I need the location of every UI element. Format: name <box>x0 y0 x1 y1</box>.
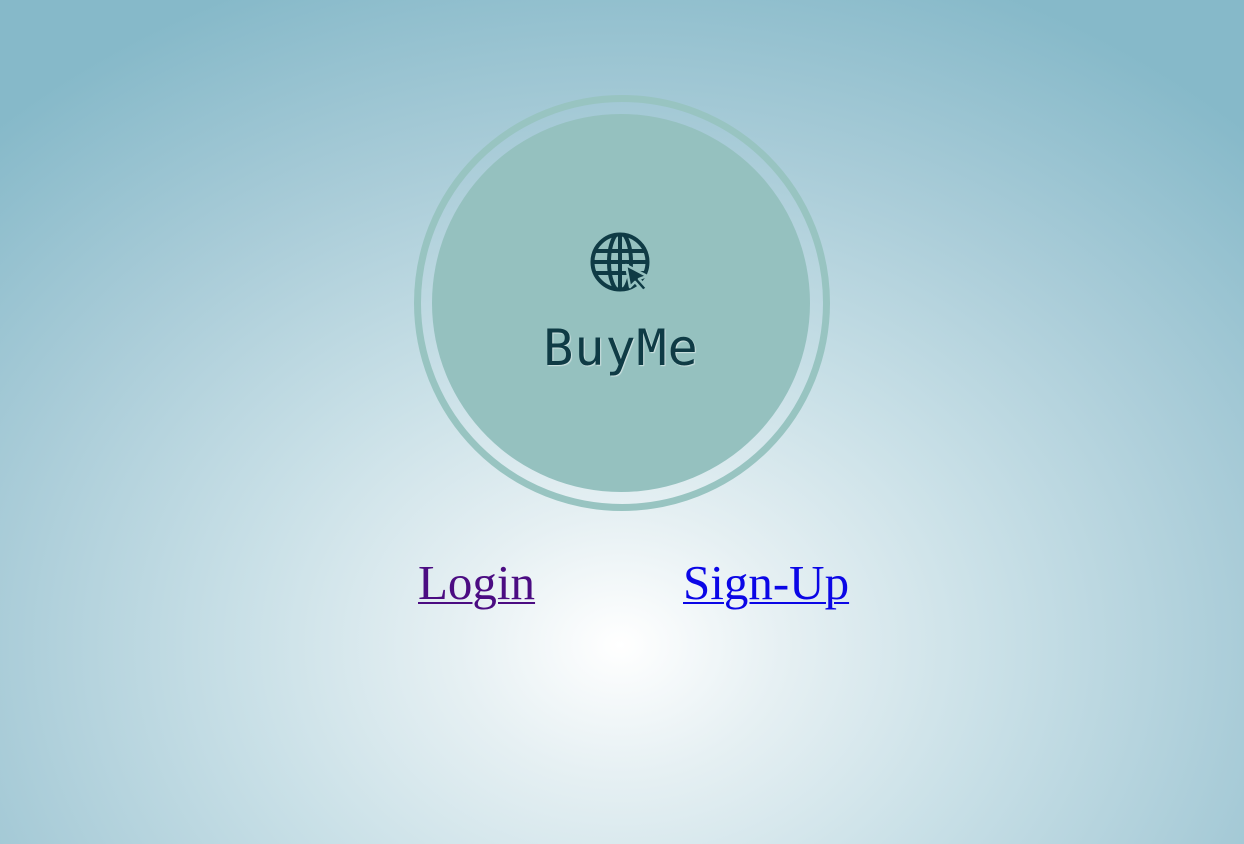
logo-badge <box>432 114 810 492</box>
brand-name: BuyMe <box>543 319 699 377</box>
globe-cursor-icon <box>590 232 650 293</box>
auth-nav: Login Sign-Up <box>0 554 1244 614</box>
login-link[interactable]: Login <box>418 554 535 612</box>
signup-link[interactable]: Sign-Up <box>683 554 849 612</box>
